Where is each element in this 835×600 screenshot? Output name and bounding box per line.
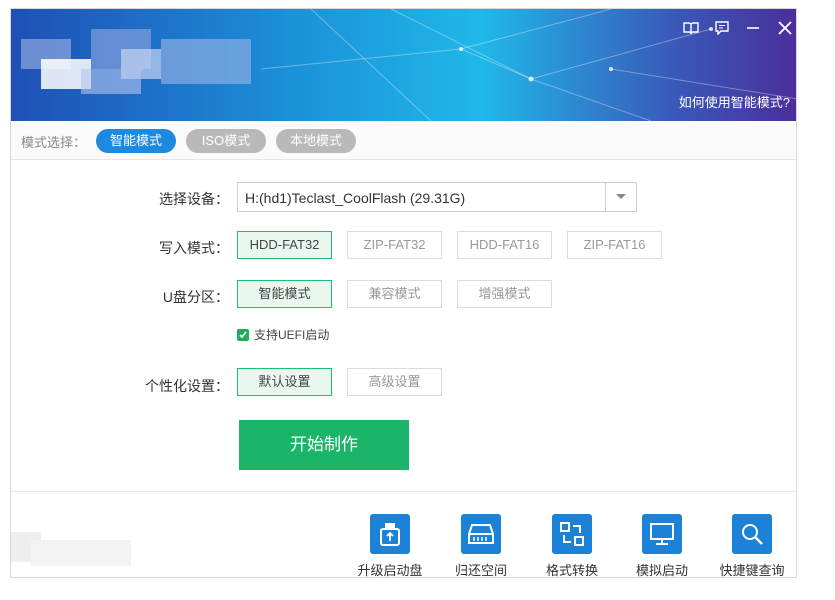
blurred-area xyxy=(11,532,141,572)
feedback-icon[interactable] xyxy=(711,19,733,37)
upgrade-disk-icon xyxy=(370,514,410,554)
manual-icon[interactable] xyxy=(680,19,702,37)
tool-simulate-boot[interactable]: 模拟启动 xyxy=(622,514,702,578)
tab-local-mode[interactable]: 本地模式 xyxy=(276,129,356,153)
tool-restore-space-label: 归还空间 xyxy=(454,563,507,578)
tool-upgrade-disk[interactable]: 升级启动盘 xyxy=(350,514,430,578)
bottom-toolbar: 升级启动盘 归还空间 格式转换 模拟启动 快捷键查询 xyxy=(11,491,796,578)
write-option-zip-fat16[interactable]: ZIP-FAT16 xyxy=(567,231,662,259)
tool-hotkey-search[interactable]: 快捷键查询 xyxy=(712,514,792,578)
custom-settings-label: 个性化设置： xyxy=(145,378,229,394)
main-window: 如何使用智能模式? 模式选择： 智能模式 ISO模式 本地模式 选择设备： H:… xyxy=(10,8,797,578)
tool-format-convert-label: 格式转换 xyxy=(545,563,598,578)
tool-upgrade-disk-label: 升级启动盘 xyxy=(357,563,423,578)
device-select-value: H:(hd1)Teclast_CoolFlash (29.31G) xyxy=(245,190,466,206)
help-smart-mode-link[interactable]: 如何使用智能模式? xyxy=(679,92,790,111)
uefi-checkbox[interactable]: 支持UEFI启动 xyxy=(237,326,329,343)
write-option-hdd-fat16[interactable]: HDD-FAT16 xyxy=(457,231,552,259)
restore-space-icon xyxy=(461,514,501,554)
checkmark-icon[interactable] xyxy=(237,328,249,341)
default-settings-button[interactable]: 默认设置 xyxy=(237,368,332,396)
minimize-icon[interactable] xyxy=(742,19,764,37)
simulate-boot-icon xyxy=(642,514,682,554)
device-label: 选择设备： xyxy=(159,191,229,207)
uefi-label: 支持UEFI启动 xyxy=(254,328,330,342)
write-option-zip-fat32[interactable]: ZIP-FAT32 xyxy=(347,231,442,259)
tab-smart-mode[interactable]: 智能模式 xyxy=(96,129,176,153)
hotkey-search-icon xyxy=(732,514,772,554)
tool-format-convert[interactable]: 格式转换 xyxy=(532,514,612,578)
header-banner: 如何使用智能模式? xyxy=(11,9,796,121)
close-icon[interactable] xyxy=(774,19,796,37)
format-convert-icon xyxy=(552,514,592,554)
chevron-down-icon[interactable] xyxy=(605,183,636,211)
mode-selector-label: 模式选择： xyxy=(21,135,87,150)
tool-hotkey-search-label: 快捷键查询 xyxy=(719,563,785,578)
device-select[interactable]: H:(hd1)Teclast_CoolFlash (29.31G) xyxy=(237,182,637,212)
logo-blurred xyxy=(21,29,251,109)
write-option-hdd-fat32[interactable]: HDD-FAT32 xyxy=(237,231,332,259)
partition-option-enhanced[interactable]: 增强模式 xyxy=(457,280,552,308)
start-button[interactable]: 开始制作 xyxy=(239,420,409,470)
write-mode-label: 写入模式： xyxy=(159,240,229,256)
partition-option-smart[interactable]: 智能模式 xyxy=(237,280,332,308)
tool-simulate-boot-label: 模拟启动 xyxy=(635,563,688,578)
partition-label: U盘分区： xyxy=(162,289,229,305)
advanced-settings-button[interactable]: 高级设置 xyxy=(347,368,442,396)
mode-selector-bar: 模式选择： 智能模式 ISO模式 本地模式 xyxy=(11,121,796,160)
tool-restore-space[interactable]: 归还空间 xyxy=(441,514,521,578)
tab-iso-mode[interactable]: ISO模式 xyxy=(186,129,266,153)
partition-option-compatible[interactable]: 兼容模式 xyxy=(347,280,442,308)
